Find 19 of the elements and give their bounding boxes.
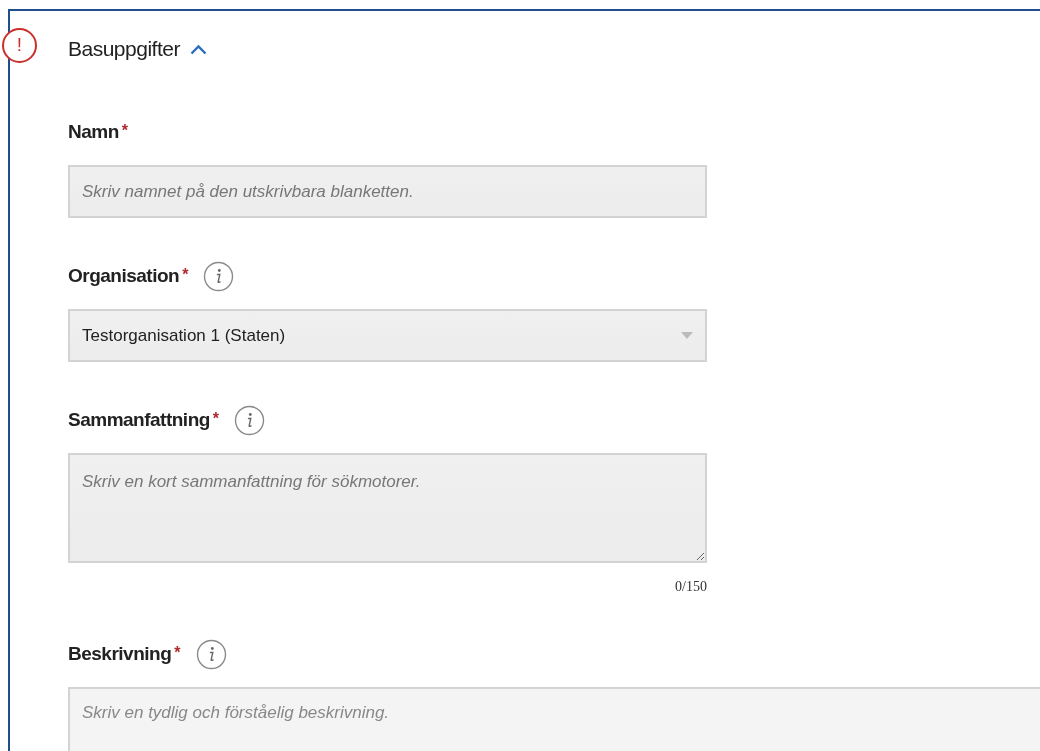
- dropdown[interactable]: Testorganisation 1 (Staten): [68, 309, 707, 362]
- field-label: Organisation: [68, 264, 180, 289]
- required-mark: *: [174, 643, 181, 663]
- required-mark: *: [121, 121, 129, 141]
- info-icon[interactable]: [203, 261, 235, 292]
- text-field[interactable]: Skriv namnet på den utskrivbara blanketten.: [68, 165, 707, 218]
- field-label: Namn: [68, 120, 119, 145]
- text-area[interactable]: Skriv en kort sammanfattning för sökmotorer.: [68, 453, 707, 563]
- info-icon[interactable]: [195, 639, 227, 670]
- text-field[interactable]: Skriv en tydlig och förståelig beskrivning.: [68, 687, 1040, 751]
- field-label: Sammanfattning: [68, 408, 210, 433]
- required-mark: *: [212, 409, 220, 429]
- character-counter: 0/150: [675, 578, 707, 596]
- field-label: Beskrivning: [68, 642, 172, 667]
- error-icon: !: [2, 28, 37, 63]
- section-toggle[interactable]: Basuppgifter: [68, 33, 207, 65]
- info-icon[interactable]: [234, 405, 266, 436]
- required-mark: *: [182, 265, 189, 285]
- caret-icon: [681, 332, 693, 339]
